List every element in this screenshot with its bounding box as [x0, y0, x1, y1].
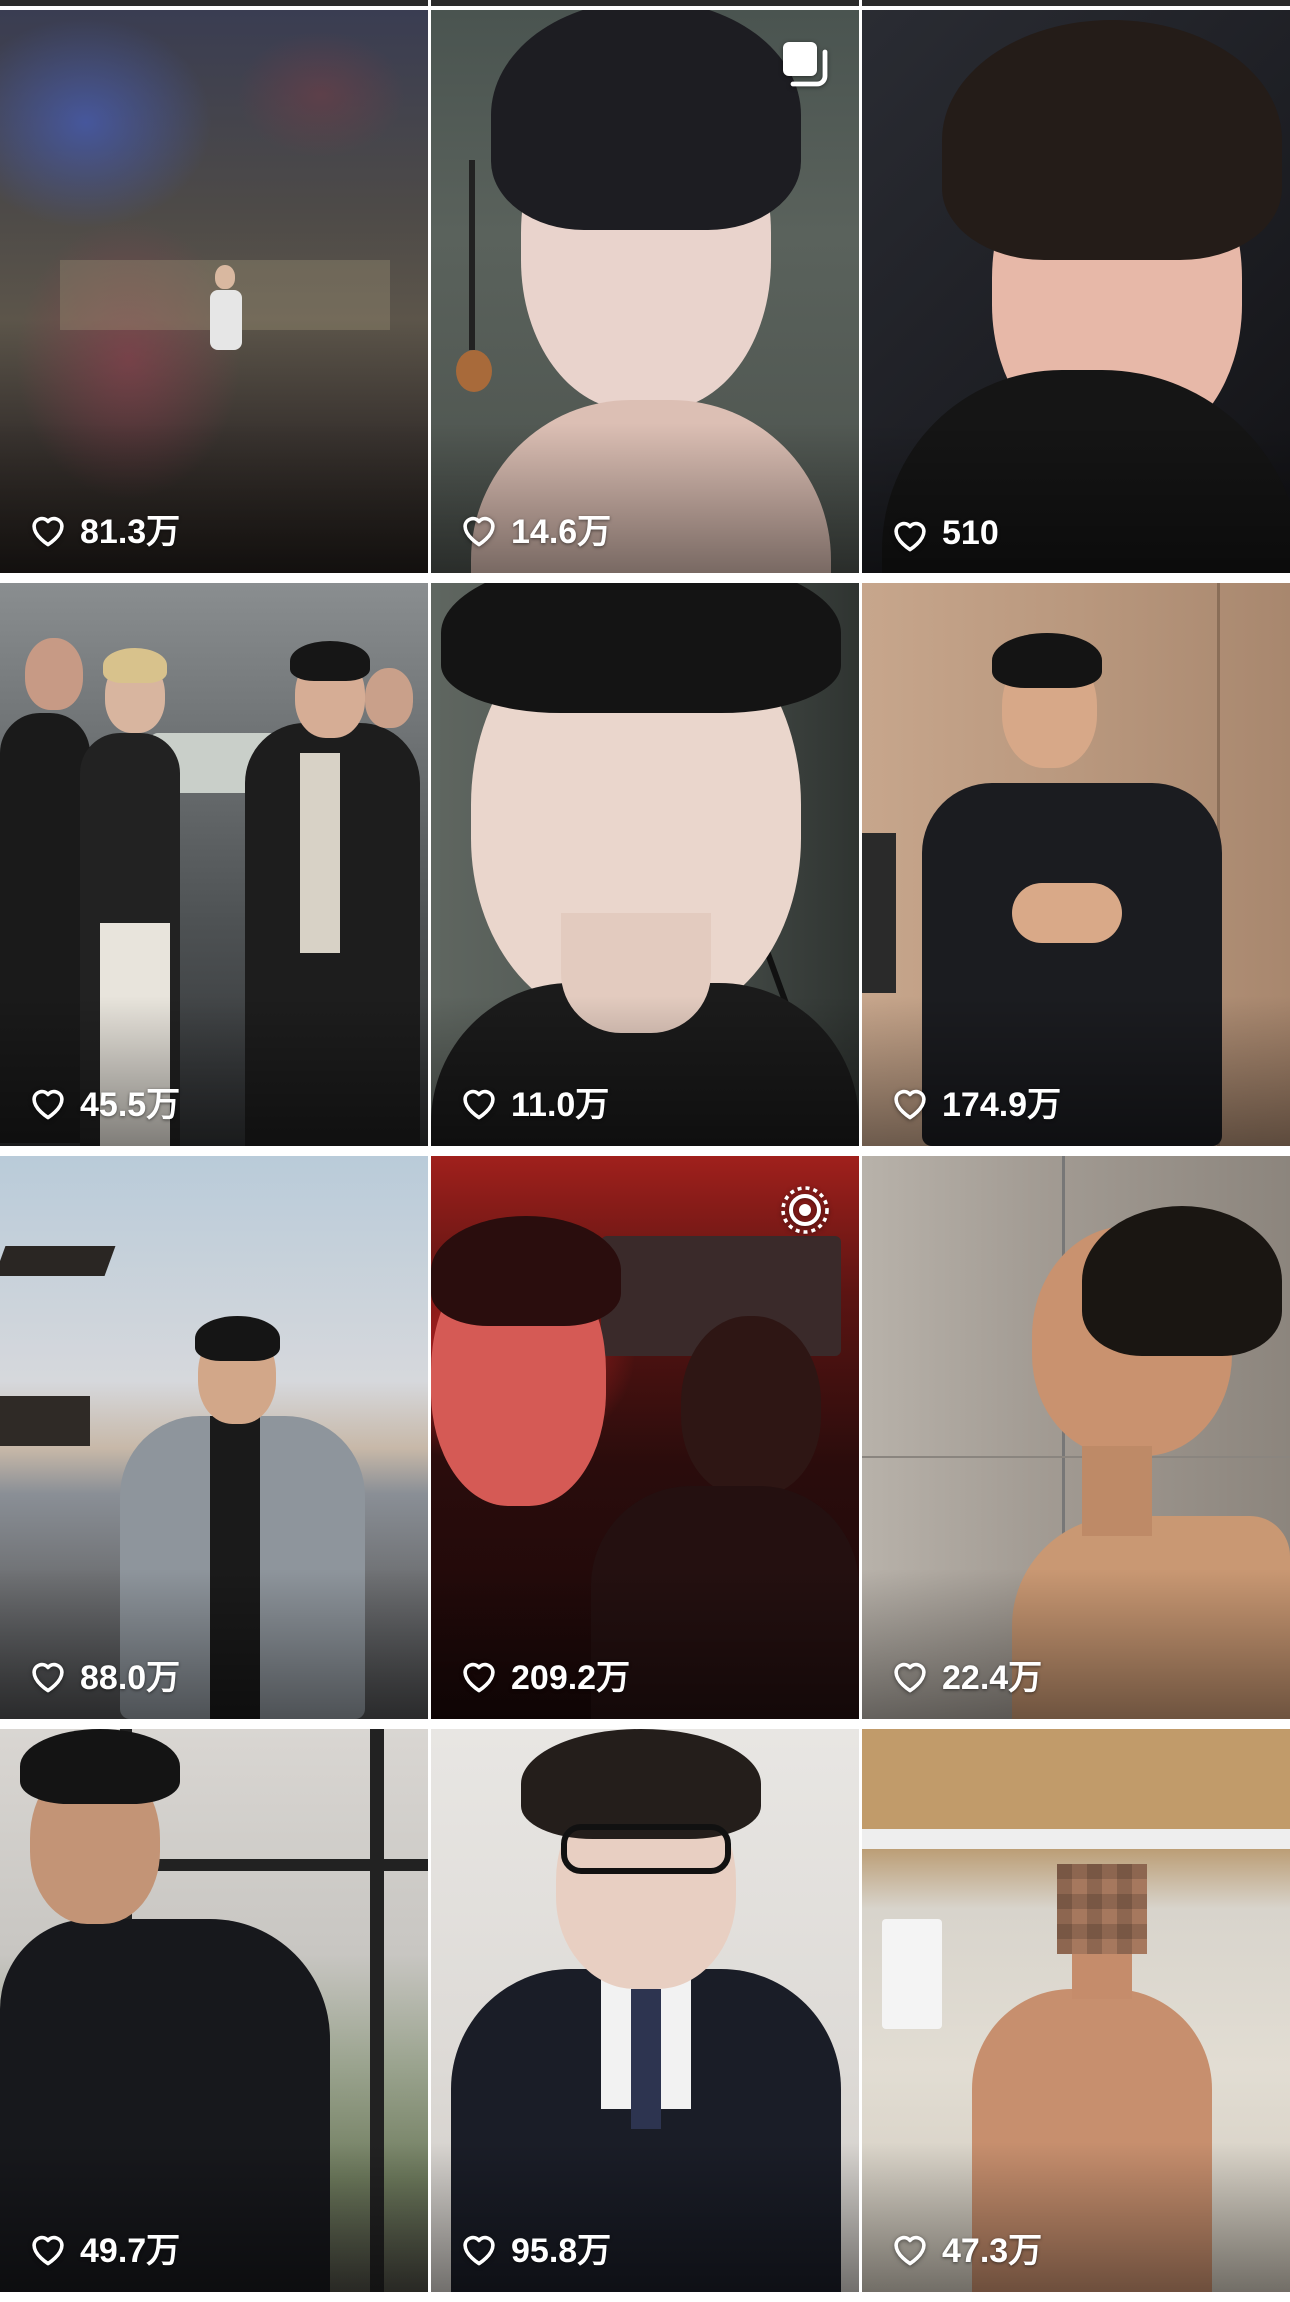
like-count: 209.2万: [459, 1650, 630, 1699]
video-tile[interactable]: 47.3万: [862, 1729, 1290, 2292]
like-count-text: 14.6万: [511, 513, 612, 551]
heart-outline-icon: [463, 2235, 495, 2265]
like-count: 88.0万: [28, 1650, 180, 1699]
like-count-text: 209.2万: [511, 1659, 631, 1697]
like-count-text: 81.3万: [80, 513, 181, 551]
like-count: 95.8万: [459, 2223, 611, 2272]
heart-outline-icon: [894, 521, 926, 551]
like-count: 11.0万: [459, 1077, 609, 1126]
video-tile[interactable]: 22.4万: [862, 1156, 1290, 1719]
like-count-text: 22.4万: [942, 1659, 1043, 1697]
like-count-text: 510: [942, 514, 999, 552]
video-tile[interactable]: 510: [862, 10, 1290, 573]
like-count: 174.9万: [890, 1077, 1061, 1126]
video-tile[interactable]: 209.2万: [431, 1156, 859, 1719]
like-count: 49.7万: [28, 2223, 180, 2272]
heart-outline-icon: [463, 1089, 495, 1119]
video-tile[interactable]: 49.7万: [0, 1729, 428, 2292]
like-count: 47.3万: [890, 2223, 1042, 2272]
like-count: 22.4万: [890, 1650, 1042, 1699]
heart-outline-icon: [463, 1662, 495, 1692]
video-tile[interactable]: 81.3万: [0, 10, 428, 573]
heart-outline-icon: [32, 516, 64, 546]
video-grid: 81.3万 14.6万 510 45.5万 11.0万 174.9万 88.0万…: [0, 10, 1290, 2302]
video-tile[interactable]: 88.0万: [0, 1156, 428, 1719]
heart-outline-icon: [32, 1089, 64, 1119]
video-tile[interactable]: 174.9万: [862, 583, 1290, 1146]
like-count-text: 11.0万: [511, 1086, 610, 1124]
top-edge-strip: [0, 0, 1290, 10]
like-count: 14.6万: [459, 504, 611, 553]
like-count: 45.5万: [28, 1077, 180, 1126]
video-tile[interactable]: 45.5万: [0, 583, 428, 1146]
like-count-text: 88.0万: [80, 1659, 181, 1697]
heart-outline-icon: [894, 1089, 926, 1119]
like-count-text: 49.7万: [80, 2232, 181, 2270]
live-photo-icon: [779, 1184, 831, 1236]
heart-outline-icon: [32, 1662, 64, 1692]
video-tile[interactable]: 11.0万: [431, 583, 859, 1146]
like-count: 510: [890, 514, 999, 553]
heart-outline-icon: [894, 2235, 926, 2265]
like-count-text: 95.8万: [511, 2232, 612, 2270]
video-tile[interactable]: 14.6万: [431, 10, 859, 573]
like-count-text: 45.5万: [80, 1086, 181, 1124]
heart-outline-icon: [894, 1662, 926, 1692]
like-count-text: 174.9万: [942, 1086, 1062, 1124]
heart-outline-icon: [463, 516, 495, 546]
like-count-text: 47.3万: [942, 2232, 1043, 2270]
multi-photo-icon: [779, 38, 831, 90]
video-tile[interactable]: 95.8万: [431, 1729, 859, 2292]
heart-outline-icon: [32, 2235, 64, 2265]
like-count: 81.3万: [28, 504, 180, 553]
